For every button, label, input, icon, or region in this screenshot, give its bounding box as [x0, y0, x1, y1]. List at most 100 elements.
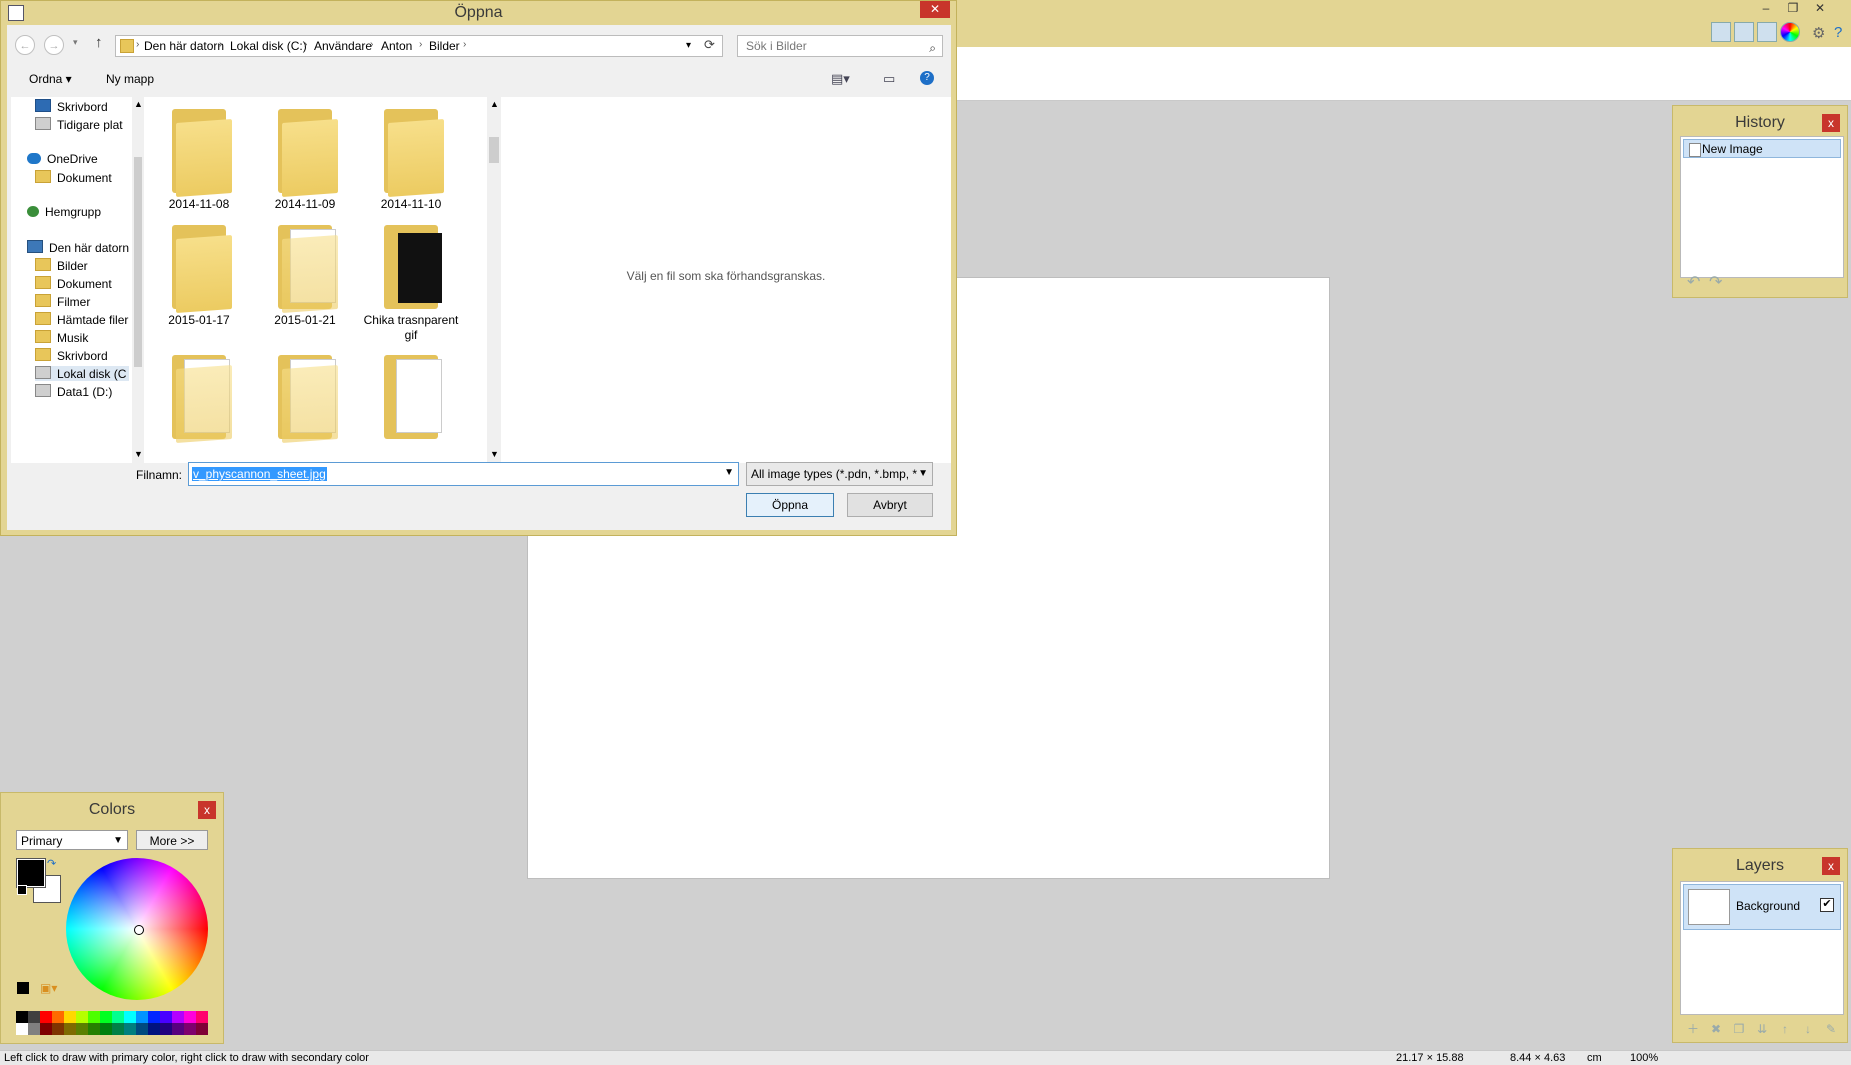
scroll-down-icon[interactable]: ▼	[134, 449, 143, 459]
swap-colors-icon[interactable]: ↷	[47, 857, 56, 870]
address-bar[interactable]: › Den här datorn › Lokal disk (C:) › Anv…	[115, 35, 723, 57]
nav-item[interactable]: Hämtade filer	[35, 312, 129, 327]
back-arrow-icon[interactable]: ←	[15, 35, 35, 55]
delete-layer-icon[interactable]: ✖	[1709, 1022, 1723, 1036]
search-icon[interactable]: ⌕	[929, 38, 936, 58]
file-list-scroll-thumb[interactable]	[489, 137, 499, 163]
palette-swatch[interactable]	[88, 1023, 100, 1035]
palette-swatch[interactable]	[148, 1023, 160, 1035]
app-close-button[interactable]: ✕	[1808, 0, 1832, 16]
settings-gear-icon[interactable]: ⚙	[1812, 24, 1825, 42]
up-arrow-icon[interactable]: ↑	[95, 34, 103, 51]
history-item-new-image[interactable]: New Image	[1683, 139, 1841, 158]
refresh-icon[interactable]: ⟳	[704, 37, 715, 53]
nav-item[interactable]: Skrivbord	[35, 99, 129, 114]
color-palette[interactable]	[16, 1011, 209, 1035]
nav-item[interactable]: Skrivbord	[35, 348, 129, 363]
palette-swatch[interactable]	[124, 1011, 136, 1023]
palette-swatch[interactable]	[136, 1011, 148, 1023]
new-folder-button[interactable]: Ny mapp	[106, 72, 154, 86]
dialog-close-button[interactable]: ✕	[920, 1, 950, 18]
palette-swatch[interactable]	[172, 1011, 184, 1023]
breadcrumb-this-pc[interactable]: Den här datorn	[144, 39, 224, 53]
layer-row-background[interactable]: Background ✔	[1683, 884, 1841, 930]
palette-swatch[interactable]	[100, 1023, 112, 1035]
file-item[interactable]: 2014-11-08	[149, 99, 249, 212]
units-selector[interactable]: cm	[1587, 1052, 1602, 1064]
organize-button[interactable]: Ordna ▾	[29, 72, 72, 86]
move-layer-down-icon[interactable]: ↓	[1801, 1022, 1815, 1036]
color-mode-select[interactable]: Primary ▼	[16, 830, 128, 850]
undo-icon[interactable]: ↶	[1687, 272, 1700, 292]
merge-layer-icon[interactable]: ⇊	[1755, 1022, 1769, 1036]
color-wheel-cursor[interactable]	[134, 925, 144, 935]
history-close-button[interactable]: x	[1822, 114, 1840, 132]
layers-toggle-icon[interactable]	[1757, 22, 1777, 42]
scroll-down-icon[interactable]: ▼	[490, 449, 499, 459]
file-item[interactable]: 2015-01-21	[255, 215, 355, 328]
search-input[interactable]: Sök i Bilder ⌕	[737, 35, 943, 57]
palette-menu-icon[interactable]: ▣▾	[40, 981, 57, 995]
help-icon[interactable]: ?	[1834, 24, 1842, 41]
scroll-up-icon[interactable]: ▲	[134, 99, 143, 109]
palette-swatch[interactable]	[28, 1023, 40, 1035]
palette-swatch[interactable]	[184, 1023, 196, 1035]
palette-swatch[interactable]	[64, 1011, 76, 1023]
file-item[interactable]: 2015-01-17	[149, 215, 249, 328]
nav-item[interactable]: Data1 (D:)	[35, 384, 129, 399]
primary-color-swatch[interactable]	[16, 858, 46, 888]
file-item[interactable]	[149, 345, 249, 443]
colors-toggle-icon[interactable]	[1780, 22, 1800, 42]
file-item[interactable]	[361, 345, 461, 443]
nav-item[interactable]: Musik	[35, 330, 129, 345]
palette-swatch[interactable]	[40, 1023, 52, 1035]
palette-swatch[interactable]	[16, 1023, 28, 1035]
palette-swatch[interactable]	[40, 1011, 52, 1023]
filename-input[interactable]: v_physcannon_sheet.jpg ▼	[188, 462, 739, 486]
palette-swatch[interactable]	[184, 1011, 196, 1023]
open-button[interactable]: Öppna	[746, 493, 834, 517]
chevron-down-icon[interactable]: ▼	[724, 467, 734, 478]
history-toggle-icon[interactable]	[1734, 22, 1754, 42]
add-to-palette-icon[interactable]	[17, 982, 29, 994]
palette-swatch[interactable]	[196, 1023, 208, 1035]
nav-item[interactable]: Hemgrupp	[27, 205, 129, 219]
palette-swatch[interactable]	[136, 1023, 148, 1035]
file-type-select[interactable]: All image types (*.pdn, *.bmp, * ▼	[746, 462, 933, 486]
redo-icon[interactable]: ↷	[1709, 272, 1722, 292]
palette-swatch[interactable]	[124, 1023, 136, 1035]
breadcrumb-anton[interactable]: Anton	[381, 39, 412, 53]
file-item[interactable]: 2014-11-10	[361, 99, 461, 212]
palette-swatch[interactable]	[148, 1011, 160, 1023]
cancel-button[interactable]: Avbryt	[847, 493, 933, 517]
help-icon[interactable]: ?	[920, 71, 934, 85]
palette-swatch[interactable]	[160, 1023, 172, 1035]
navigation-scrollbar[interactable]: ▲ ▼	[132, 97, 144, 463]
palette-swatch[interactable]	[112, 1011, 124, 1023]
palette-swatch[interactable]	[76, 1023, 88, 1035]
layers-close-button[interactable]: x	[1822, 857, 1840, 875]
file-item[interactable]	[255, 345, 355, 443]
nav-item[interactable]: Den här datorn	[27, 240, 129, 255]
recent-locations-chevron-icon[interactable]: ▾	[73, 37, 78, 48]
nav-item[interactable]: Lokal disk (C	[35, 366, 129, 381]
forward-arrow-icon[interactable]: →	[44, 35, 64, 55]
scroll-thumb[interactable]	[134, 157, 142, 367]
breadcrumb-local-disk[interactable]: Lokal disk (C:)	[230, 39, 307, 53]
palette-swatch[interactable]	[112, 1023, 124, 1035]
palette-swatch[interactable]	[196, 1011, 208, 1023]
layer-properties-icon[interactable]: ✎	[1824, 1022, 1838, 1036]
minimize-button[interactable]: –	[1754, 0, 1778, 16]
nav-item[interactable]: Dokument	[35, 170, 129, 185]
colors-close-button[interactable]: x	[198, 801, 216, 819]
nav-item[interactable]: Dokument	[35, 276, 129, 291]
file-item[interactable]: 2014-11-09	[255, 99, 355, 212]
palette-swatch[interactable]	[172, 1023, 184, 1035]
preview-pane-icon[interactable]: ▭	[883, 71, 895, 87]
nav-item[interactable]: OneDrive	[27, 152, 129, 166]
palette-swatch[interactable]	[28, 1011, 40, 1023]
change-view-icon[interactable]: ▤▾	[831, 71, 850, 87]
palette-swatch[interactable]	[76, 1011, 88, 1023]
palette-swatch[interactable]	[160, 1011, 172, 1023]
palette-swatch[interactable]	[64, 1023, 76, 1035]
